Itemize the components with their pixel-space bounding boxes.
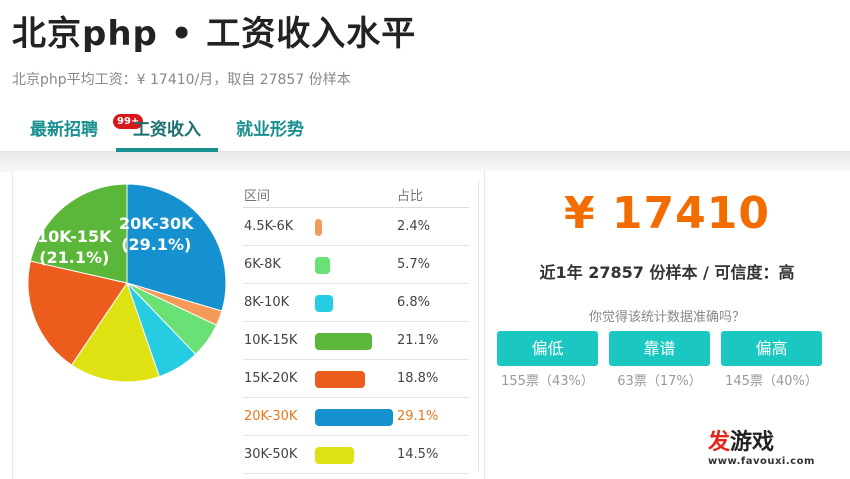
vote-accurate-button[interactable]: 靠谱 [609, 331, 710, 366]
row-bar [315, 371, 365, 388]
vote-low-button[interactable]: 偏低 [497, 331, 598, 366]
vote-high-button[interactable]: 偏高 [721, 331, 822, 366]
salary-distribution-table: 区间 占比 4.5K-6K 2.4% 6K-8K 5.7% 8K-10K 6.8% 10K-… [243, 178, 469, 474]
row-range: 10K-15K [244, 333, 298, 348]
vote-high-count: 145票（40%） [725, 374, 818, 389]
watermark-text-a: 发 [708, 430, 731, 455]
vote-accurate-count: 63票（17%） [617, 374, 702, 389]
row-percentage: 2.4% [397, 219, 431, 234]
tab-bar: 最新招聘 99+ 工资收入 就业形势 [0, 108, 850, 152]
row-bar [315, 257, 330, 274]
header-range: 区间 [244, 189, 271, 204]
page-subtitle: 北京php平均工资：¥ 17410/月，取自 27857 份样本 [12, 72, 351, 88]
table-row: 20K-30K 29.1% [243, 398, 469, 436]
row-percentage: 18.8% [397, 371, 439, 386]
row-bar [315, 295, 333, 312]
tab-label: 工资收入 [133, 120, 201, 140]
watermark-text-b: 游戏 [730, 430, 775, 455]
table-row: 10K-15K 21.1% [243, 322, 469, 360]
watermark-url: www.favouxi.com [708, 456, 815, 467]
table-row: 30K-50K 14.5% [243, 436, 469, 474]
average-salary: ¥ 17410 [563, 188, 770, 239]
table-row: 6K-8K 5.7% [243, 246, 469, 284]
row-percentage: 14.5% [397, 447, 439, 462]
sample-info: 近1年 27857 份样本 / 可信度：高 [539, 263, 795, 282]
row-bar [315, 333, 372, 350]
tab-employment[interactable]: 就业形势 [224, 116, 316, 152]
row-range: 30K-50K [244, 447, 298, 462]
vote-low-count: 155票（43%） [501, 374, 594, 389]
pie-label-range: 20K-30K [119, 214, 194, 233]
pie-label-pct: (21.1%) [39, 248, 110, 267]
tab-label: 最新招聘 [30, 120, 98, 140]
row-percentage: 21.1% [397, 333, 439, 348]
pie-label-20k-30k: 20K-30K (29.1%) [119, 213, 194, 255]
row-range: 4.5K-6K [244, 219, 294, 234]
divider [0, 152, 850, 172]
table-header: 区间 占比 [243, 178, 469, 208]
watermark-logo: 发游戏 www.favouxi.com [708, 430, 815, 474]
tab-label: 就业形势 [236, 120, 304, 140]
row-bar [315, 409, 393, 426]
salary-pie-chart: 20K-30K (29.1%) 10K-15K (21.1%) [27, 183, 227, 383]
pie-label-10k-15k: 10K-15K (21.1%) [37, 226, 112, 268]
table-row: 4.5K-6K 2.4% [243, 208, 469, 246]
row-bar [315, 219, 322, 236]
row-range: 8K-10K [244, 295, 290, 310]
table-row: 15K-20K 18.8% [243, 360, 469, 398]
tab-salary[interactable]: 工资收入 [116, 116, 218, 152]
row-bar [315, 447, 354, 464]
row-percentage: 29.1% [397, 409, 439, 424]
tab-latest-jobs[interactable]: 最新招聘 99+ [18, 113, 145, 152]
row-range: 15K-20K [244, 371, 298, 386]
row-range: 6K-8K [244, 257, 281, 272]
table-row: 8K-10K 6.8% [243, 284, 469, 322]
pie-label-pct: (29.1%) [121, 235, 192, 254]
row-range: 20K-30K [244, 409, 298, 424]
accuracy-question: 你觉得该统计数据准确吗？ [588, 310, 745, 325]
pie-label-range: 10K-15K [37, 227, 112, 246]
table-body: 4.5K-6K 2.4% 6K-8K 5.7% 8K-10K 6.8% 10K-15K 21.… [243, 208, 469, 474]
header-percentage: 占比 [397, 189, 424, 204]
row-percentage: 6.8% [397, 295, 431, 310]
page-title: 北京php • 工资收入水平 [12, 14, 417, 54]
row-percentage: 5.7% [397, 257, 431, 272]
